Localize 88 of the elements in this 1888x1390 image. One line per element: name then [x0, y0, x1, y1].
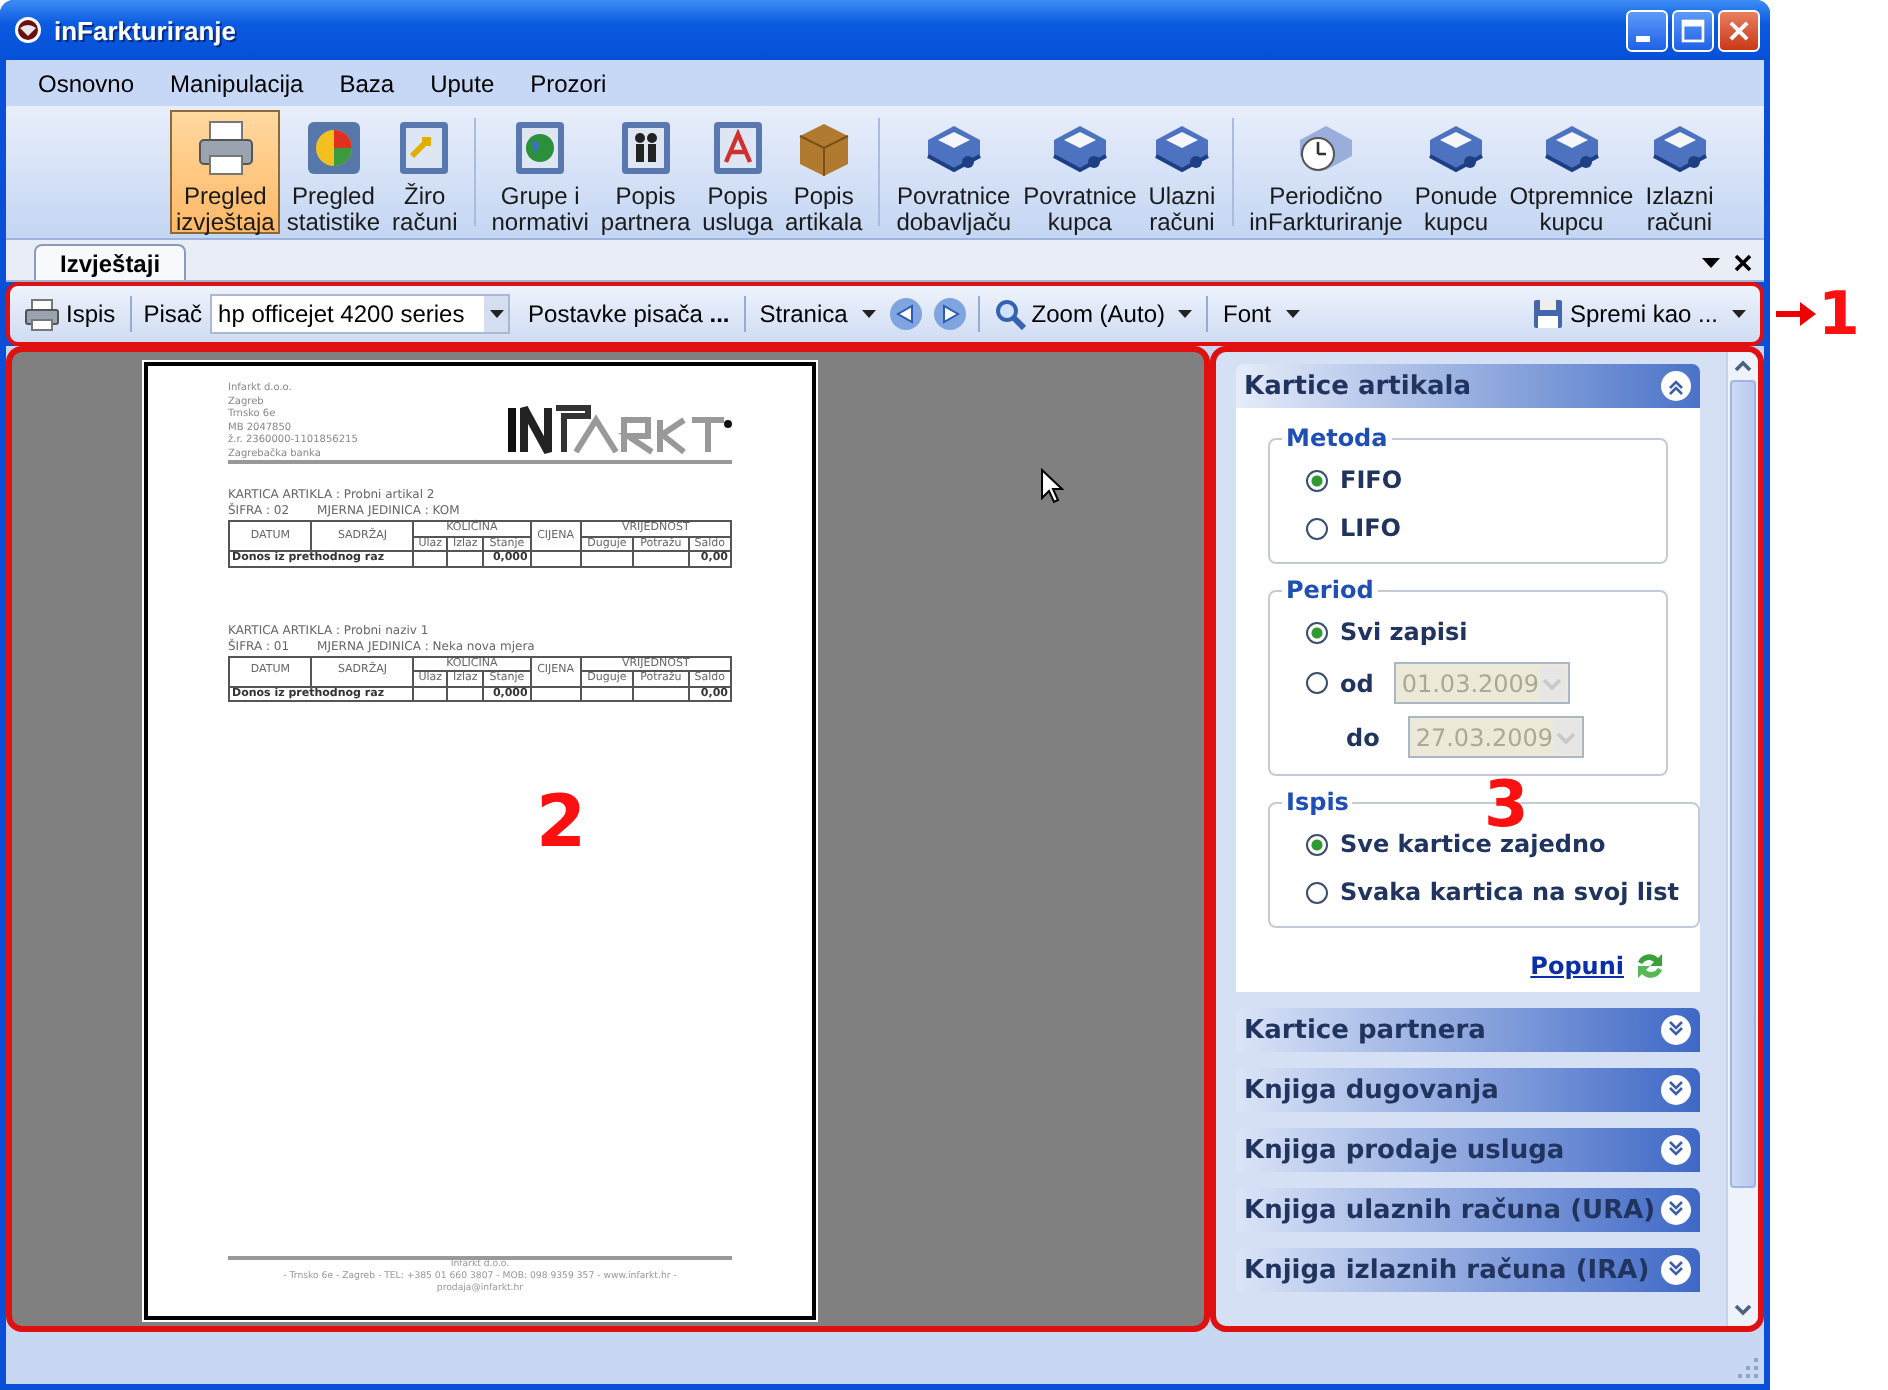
refresh-icon[interactable]	[1632, 948, 1668, 984]
menu-item[interactable]: Baza	[321, 69, 413, 97]
ribbon-button[interactable]: Povratnice kupca	[1017, 110, 1143, 234]
section-header[interactable]: Kartice artikala	[1236, 364, 1700, 408]
printer-icon	[193, 116, 258, 180]
ribbon-button[interactable]: Pregled statistike	[280, 110, 387, 234]
maximize-button[interactable]	[1672, 9, 1714, 51]
radio-button[interactable]	[1306, 469, 1328, 491]
printer-settings-button[interactable]: Postavke pisača ...	[522, 292, 736, 336]
section-header[interactable]: Knjiga ulaznih računa (URA)	[1236, 1188, 1700, 1232]
printer-select[interactable]: hp officejet 4200 series	[210, 294, 511, 334]
next-page-button[interactable]	[929, 296, 970, 332]
group-legend: Ispis	[1282, 788, 1353, 816]
expand-icon[interactable]	[1660, 1014, 1692, 1046]
collapse-icon[interactable]	[1660, 370, 1692, 402]
dropdown-arrow-icon	[1732, 310, 1746, 318]
expand-icon[interactable]	[1660, 1074, 1692, 1106]
expand-icon[interactable]	[1660, 1254, 1692, 1286]
menu-item[interactable]: Osnovno	[20, 69, 153, 97]
ribbon-button[interactable]: Ulazni računi	[1142, 110, 1222, 234]
ribbon-button[interactable]: Žiro računi	[386, 110, 464, 234]
dropdown-button[interactable]: Spremi kao ...	[1525, 292, 1752, 336]
dropdown-arrow-icon	[861, 310, 876, 318]
option-label[interactable]: Svaka kartica na svoj list	[1340, 878, 1679, 906]
menu-item[interactable]: Prozori	[512, 69, 625, 97]
minimize-icon	[1636, 35, 1650, 41]
dropdown-button[interactable]: Stranica	[753, 292, 882, 336]
expand-icon[interactable]	[1660, 1134, 1692, 1166]
app-icon	[14, 16, 42, 44]
dropdown-button[interactable]: Font	[1216, 292, 1305, 336]
chevron-down-icon	[1542, 677, 1563, 689]
radio-button[interactable]	[1306, 881, 1328, 903]
option-label[interactable]: od	[1340, 669, 1374, 697]
annotation-number: 2	[536, 788, 587, 860]
ribbon-button[interactable]: Periodično inFarkturiranje	[1243, 110, 1409, 234]
group-legend: Metoda	[1282, 424, 1392, 452]
dropdown-arrow-icon	[1178, 310, 1193, 318]
printer-icon	[24, 297, 60, 331]
option-label[interactable]: Sve kartice zajedno	[1340, 830, 1606, 858]
mouse-pointer-icon	[1040, 468, 1064, 504]
print-button[interactable]: Ispis	[18, 292, 122, 336]
previous-page-button[interactable]	[885, 296, 926, 332]
menu-item[interactable]: Manipulacija	[152, 69, 322, 97]
printer-label: Pisač	[141, 300, 205, 328]
close-button[interactable]	[1718, 9, 1760, 51]
arrow-icon	[1776, 298, 1816, 330]
radio-button[interactable]	[1306, 833, 1328, 855]
tab[interactable]: Izvještaji	[34, 244, 187, 280]
option-label[interactable]: Svi zapisi	[1340, 618, 1468, 646]
section-header[interactable]: Knjiga izlaznih računa (IRA)	[1236, 1248, 1700, 1292]
section-header[interactable]: Kartice partnera	[1236, 1008, 1700, 1052]
section-header[interactable]: Knjiga prodaje usluga	[1236, 1128, 1700, 1172]
field-label: do	[1346, 723, 1380, 751]
menu-item[interactable]: Upute	[412, 69, 513, 97]
ribbon-button[interactable]: Otpremnice kupcu	[1503, 110, 1640, 234]
resize-grip-icon[interactable]	[1738, 1358, 1760, 1380]
dropdown-arrow-icon[interactable]	[1702, 257, 1720, 269]
section-header[interactable]: Knjiga dugovanja	[1236, 1068, 1700, 1112]
ribbon-button[interactable]: Pregled izvještaja	[170, 110, 281, 234]
radio-button[interactable]	[1306, 621, 1328, 643]
annotation-number: 3	[1484, 776, 1529, 832]
scroll-down-icon[interactable]	[1732, 1302, 1754, 1318]
group-legend: Period	[1282, 576, 1378, 604]
scroll-up-icon[interactable]	[1732, 358, 1754, 374]
close-icon[interactable]	[1734, 254, 1752, 272]
expand-icon[interactable]	[1660, 1194, 1692, 1226]
scrollbar[interactable]	[1726, 352, 1758, 1326]
ribbon-button[interactable]: Popis partnera	[594, 110, 697, 234]
ribbon-button[interactable]: Izlazni računi	[1639, 110, 1720, 234]
scroll-thumb[interactable]	[1730, 380, 1756, 1188]
chevron-down-icon	[1556, 731, 1577, 743]
window-title: inFarkturiranje	[54, 15, 239, 45]
dropdown-arrow-icon	[489, 310, 504, 318]
ribbon-button[interactable]: Popis usluga	[696, 110, 779, 234]
ribbon-button[interactable]: Grupe i normativi	[485, 110, 595, 234]
fill-link[interactable]: Popuni	[1530, 952, 1624, 980]
annotation-number: 1	[1818, 286, 1860, 346]
option-label[interactable]: FIFO	[1340, 466, 1403, 494]
option-label[interactable]: LIFO	[1340, 514, 1402, 542]
ribbon-button[interactable]: Ponude kupcu	[1408, 110, 1504, 234]
search-icon	[993, 298, 1026, 330]
ribbon-button[interactable]: Popis artikala	[779, 110, 869, 234]
ribbon-button[interactable]: Povratnice dobavljaču	[890, 110, 1018, 234]
dropdown-arrow-icon	[1285, 310, 1299, 318]
radio-button[interactable]	[1306, 672, 1328, 694]
radio-button[interactable]	[1306, 517, 1328, 539]
dropdown-button[interactable]: Zoom (Auto)	[987, 292, 1199, 336]
minimize-button[interactable]	[1626, 9, 1668, 51]
